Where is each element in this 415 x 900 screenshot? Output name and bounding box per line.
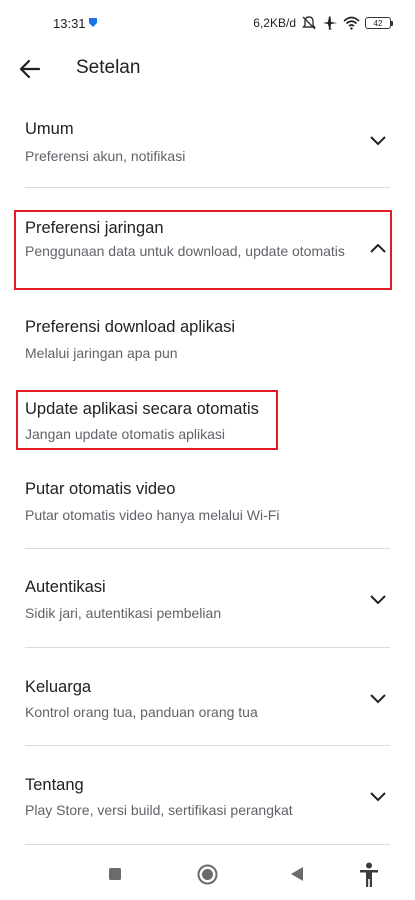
divider <box>25 745 390 746</box>
network-speed: 6,2KB/d <box>253 16 296 30</box>
chevron-down-icon[interactable] <box>369 593 387 605</box>
setting-title: Tentang <box>25 776 84 794</box>
setting-subtitle: Jangan update otomatis aplikasi <box>25 426 226 442</box>
battery-level: 42 <box>373 19 383 28</box>
shield-icon <box>89 18 97 27</box>
setting-family[interactable]: Keluarga Kontrol orang tua, panduan oran… <box>0 676 415 726</box>
setting-title: Update aplikasi secara otomatis <box>25 400 259 418</box>
setting-autoplay-video[interactable]: Putar otomatis video Putar otomatis vide… <box>0 478 415 528</box>
setting-subtitle: Preferensi akun, notifikasi <box>25 148 186 164</box>
setting-title: Keluarga <box>25 678 92 696</box>
back-icon[interactable] <box>290 866 304 882</box>
setting-title: Umum <box>25 120 74 138</box>
setting-authentication[interactable]: Autentikasi Sidik jari, autentikasi pemb… <box>0 576 415 626</box>
setting-subtitle: Play Store, versi build, sertifikasi per… <box>25 802 293 818</box>
setting-title: Putar otomatis video <box>25 480 176 498</box>
app-bar: Setelan <box>0 48 415 90</box>
chevron-up-icon[interactable] <box>369 242 387 254</box>
divider <box>25 548 390 549</box>
setting-title: Preferensi download aplikasi <box>25 318 236 336</box>
back-arrow-icon[interactable] <box>16 55 44 83</box>
divider <box>25 647 390 648</box>
mute-icon <box>302 16 316 30</box>
setting-auto-update-apps[interactable]: Update aplikasi secara otomatis Jangan u… <box>0 398 415 448</box>
chevron-down-icon[interactable] <box>369 790 387 802</box>
wifi-icon <box>343 16 360 30</box>
accessibility-icon[interactable] <box>359 862 379 888</box>
airplane-icon <box>323 16 337 30</box>
setting-network-preferences[interactable]: Preferensi jaringan Penggunaan data untu… <box>0 216 415 286</box>
setting-download-preferences[interactable]: Preferensi download aplikasi Melalui jar… <box>0 316 415 366</box>
system-nav-bar <box>0 852 415 900</box>
recents-icon[interactable] <box>108 867 122 881</box>
battery-icon: 42 <box>365 17 393 29</box>
setting-subtitle: Kontrol orang tua, panduan orang tua <box>25 704 258 720</box>
setting-title: Autentikasi <box>25 578 106 596</box>
divider <box>25 844 390 845</box>
chevron-down-icon[interactable] <box>369 692 387 704</box>
page-title: Setelan <box>76 57 141 78</box>
setting-subtitle: Sidik jari, autentikasi pembelian <box>25 605 222 621</box>
chevron-down-icon[interactable] <box>369 134 387 146</box>
status-bar: 13:31 6,2KB/d 42 <box>0 0 415 48</box>
setting-subtitle: Putar otomatis video hanya melalui Wi-Fi <box>25 507 280 523</box>
setting-about[interactable]: Tentang Play Store, versi build, sertifi… <box>0 774 415 824</box>
setting-subtitle: Penggunaan data untuk download, update o… <box>25 243 345 259</box>
status-time: 13:31 <box>53 16 86 31</box>
setting-subtitle: Melalui jaringan apa pun <box>25 345 178 361</box>
setting-title: Preferensi jaringan <box>25 219 164 237</box>
divider <box>25 187 390 188</box>
setting-general[interactable]: Umum Preferensi akun, notifikasi <box>0 116 415 176</box>
home-icon[interactable] <box>197 864 218 885</box>
